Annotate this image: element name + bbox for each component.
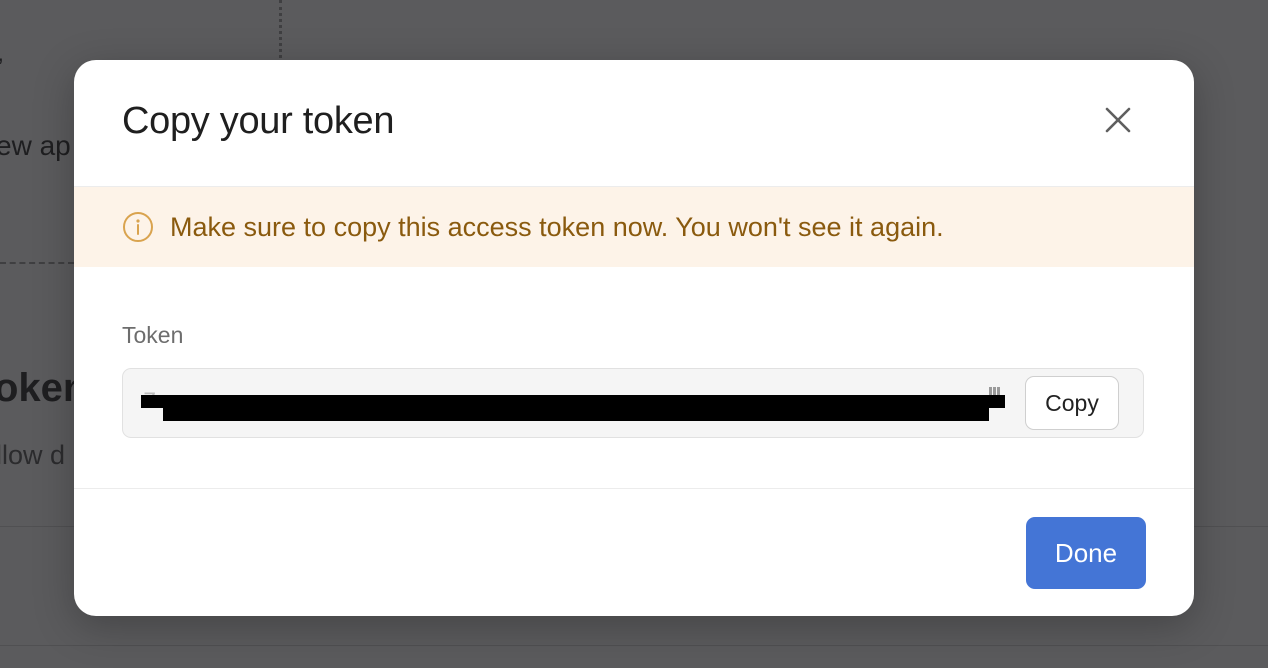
- token-value[interactable]: Z•••••••••••••••••••••••••••••••••••••••…: [141, 389, 1005, 421]
- dialog-title: Copy your token: [122, 100, 395, 142]
- dialog-footer-divider: [74, 488, 1194, 489]
- token-field: Z•••••••••••••••••••••••••••••••••••••••…: [122, 368, 1144, 438]
- warning-banner: Make sure to copy this access token now.…: [74, 187, 1194, 267]
- done-button[interactable]: Done: [1026, 517, 1146, 589]
- background-dotted-divider: [279, 0, 282, 58]
- truncation-ellipsis-icon: [989, 387, 1003, 395]
- close-icon: [1105, 107, 1131, 133]
- background-dashed-divider: [0, 262, 74, 264]
- dialog-header: Copy your token: [74, 60, 1194, 187]
- close-button[interactable]: [1096, 98, 1140, 142]
- token-redaction-bar: [163, 405, 989, 421]
- copy-button[interactable]: Copy: [1025, 376, 1119, 430]
- background-divider: [0, 645, 1268, 646]
- info-circle-icon: [123, 212, 153, 242]
- token-label: Token: [122, 322, 184, 348]
- background-text: llow d: [0, 440, 66, 470]
- background-text: ’: [0, 54, 3, 82]
- background-text: ew ap: [0, 130, 71, 161]
- warning-message: Make sure to copy this access token now.…: [170, 211, 944, 242]
- copy-token-dialog: Copy your token Make sure to copy this a…: [74, 60, 1194, 616]
